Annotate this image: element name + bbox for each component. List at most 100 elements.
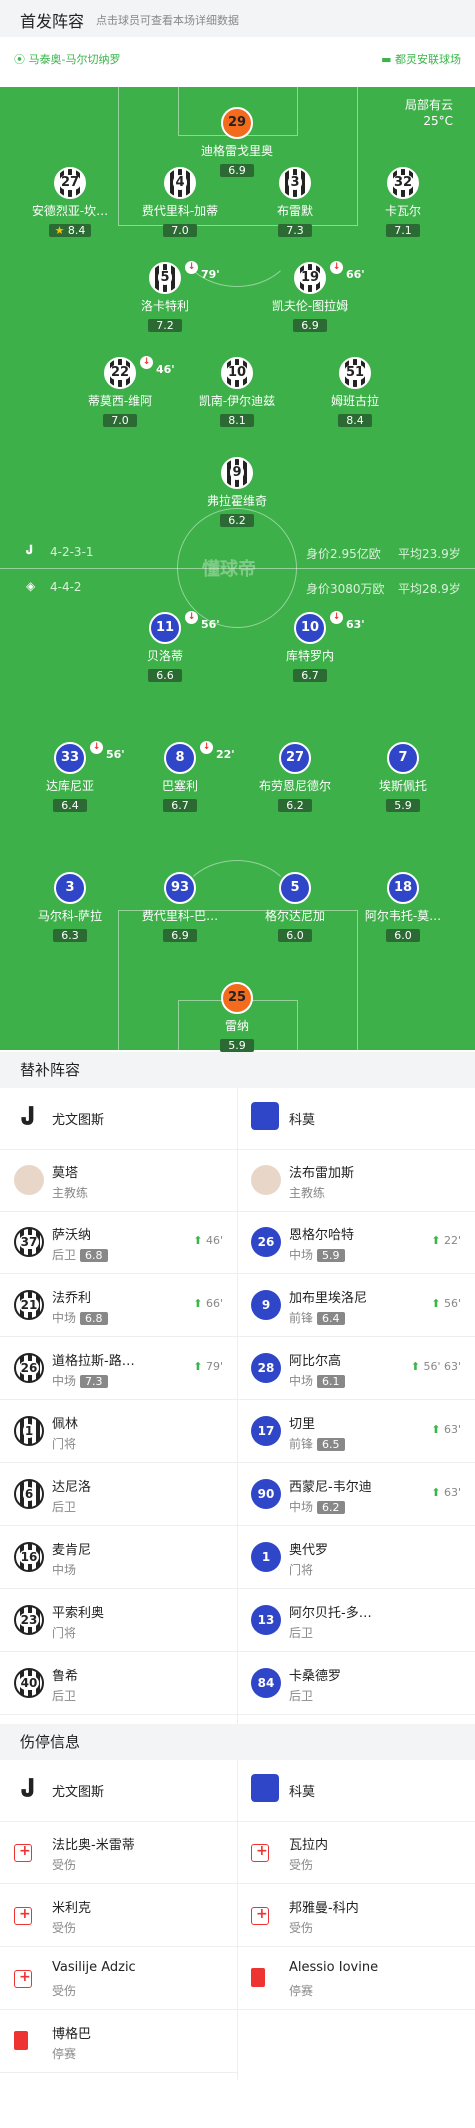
away-player[interactable]: 33 ↓ 56' 达库尼亚 6.4 xyxy=(10,741,130,813)
injury-home-team-header[interactable]: 𝐉 尤文图斯 xyxy=(0,1760,237,1822)
home-player[interactable]: 10 凯南-伊尔迪兹 8.1 xyxy=(177,357,297,428)
sub-meta: 门将 xyxy=(52,1624,76,1641)
away-player[interactable]: 18 阿尔韦托-莫… 6.0 xyxy=(343,872,463,943)
player-rating: 6.0 xyxy=(394,929,412,942)
sub-meta: 前锋 6.5 xyxy=(289,1435,345,1452)
home-player[interactable]: 3 布雷默 7.3 xyxy=(235,167,355,238)
home-sub-row[interactable]: 1 佩林 门将 xyxy=(0,1401,237,1463)
home-sub-row[interactable]: 26 道格拉斯-路… 中场 7.3 ⬆ 79' xyxy=(0,1338,237,1400)
away-sub-row[interactable]: 28 阿比尔高 中场 6.1 ⬆ 56' 63' xyxy=(237,1338,475,1400)
jersey-number: 4 xyxy=(164,167,196,199)
injured-player-name: 法比奥-米雷蒂 xyxy=(52,1838,135,1853)
sub-position: 中场 xyxy=(52,1374,77,1388)
home-sub-row[interactable]: 16 麦肯尼 中场 xyxy=(0,1527,237,1589)
sub-position: 后卫 xyxy=(52,1500,77,1514)
away-player[interactable]: 10 ↓ 63' 库特罗内 6.7 xyxy=(250,611,370,683)
rating-badge: ★ 8.4 xyxy=(48,224,92,237)
sub-meta: 后卫 xyxy=(289,1624,313,1641)
home-player[interactable]: 27 安德烈亚-坎… ★ 8.4 xyxy=(10,167,130,238)
home-player[interactable]: 4 费代里科-加蒂 7.0 xyxy=(120,167,240,238)
away-sub-row[interactable]: 13 阿尔贝托-多… 后卫 xyxy=(237,1590,475,1652)
away-sub-row[interactable]: 90 西蒙尼-韦尔迪 中场 6.2 ⬆ 63' xyxy=(237,1464,475,1526)
home-sub-row[interactable]: 21 法乔利 中场 6.8 ⬆ 66' xyxy=(0,1275,237,1337)
home-player[interactable]: 9 弗拉霍维奇 6.2 xyxy=(177,457,297,528)
jersey-number: 37 xyxy=(14,1227,44,1257)
sub-position: 前锋 xyxy=(289,1311,314,1325)
subs-away-team-header[interactable]: 科莫 xyxy=(237,1088,475,1150)
away-injury-row[interactable]: 瓦拉内受伤 xyxy=(237,1822,475,1884)
sub-minute: 46' xyxy=(205,1234,223,1247)
home-player[interactable]: 51 姆班古拉 8.4 xyxy=(295,357,415,428)
away-sub-row[interactable]: 84 卡桑德罗 后卫 xyxy=(237,1653,475,1715)
home-injury-row[interactable]: Vasilije Adzic 受伤 xyxy=(0,1948,237,2010)
home-sub-row[interactable]: 40 鲁希 后卫 xyxy=(0,1653,237,1715)
away-player[interactable]: 93 费代里科-巴… 6.9 xyxy=(120,872,240,943)
sub-event: ⬆ 46' xyxy=(193,1234,223,1247)
subs-home-team-header[interactable]: 𝐉 尤文图斯 xyxy=(0,1088,237,1150)
player-name: 姆班古拉 xyxy=(330,394,379,408)
jersey-number: 32 xyxy=(387,167,419,199)
rating-badge: 5.9 xyxy=(220,1039,254,1052)
home-injury-row[interactable]: 法比奥-米雷蒂受伤 xyxy=(0,1822,237,1884)
sub-name: 道格拉斯-路… xyxy=(52,1354,135,1369)
injury-away-team-header[interactable]: 科莫 xyxy=(237,1760,475,1822)
jersey-number-text: 29 xyxy=(227,115,247,130)
home-coach-row[interactable]: 莫塔 主教练 xyxy=(0,1150,237,1212)
away-player[interactable]: 7 埃斯佩托 5.9 xyxy=(343,742,463,813)
away-player[interactable]: 27 布劳恩尼德尔 6.2 xyxy=(235,742,355,813)
away-injury-row[interactable]: Alessio Iovine 停赛 xyxy=(237,1948,475,2010)
player-name: 凯南-伊尔迪兹 xyxy=(198,394,276,408)
home-sub-row[interactable]: 23 平索利奥 门将 xyxy=(0,1590,237,1652)
player-rating: 6.3 xyxy=(61,929,79,942)
jersey-number: 28 xyxy=(251,1353,281,1383)
away-player[interactable]: 3 马尔科-萨拉 6.3 xyxy=(10,872,130,943)
jersey-number-text: 16 xyxy=(18,1550,40,1564)
sub-position: 门将 xyxy=(52,1437,77,1451)
away-sub-row[interactable]: 26 恩格尔哈特 中场 5.9 ⬆ 22' xyxy=(237,1212,475,1274)
home-injury-row[interactable]: 米利克受伤 xyxy=(0,1885,237,1947)
player-name: 贝洛蒂 xyxy=(146,649,183,663)
jersey-number: 21 xyxy=(14,1290,44,1320)
sub-meta: 后卫 xyxy=(52,1687,76,1704)
player-name: 格尔达尼加 xyxy=(264,909,325,923)
sub-event: ⬆ 56' 63' xyxy=(411,1360,461,1373)
weather-desc: 局部有云 xyxy=(404,98,453,112)
home-sub-row[interactable]: 37 萨沃纳 后卫 6.8 ⬆ 46' xyxy=(0,1212,237,1274)
away-player[interactable]: 11 ↓ 56' 贝洛蒂 6.6 xyxy=(105,611,225,683)
player-rating: 6.7 xyxy=(301,669,319,682)
jersey-number: 1 xyxy=(14,1416,44,1446)
home-team-info: 𝐉 4-2-3-1 身价2.95亿欧 平均23.9岁 xyxy=(0,543,475,563)
home-injury-row[interactable]: 博格巴 停赛 xyxy=(0,2011,237,2073)
away-sub-row[interactable]: 1 奥代罗 门将 xyxy=(237,1527,475,1589)
jersey-number-text: 13 xyxy=(257,1613,275,1627)
injured-player-name: Alessio Iovine xyxy=(289,1960,379,1975)
rating-badge: 6.2 xyxy=(220,514,254,527)
away-player[interactable]: 5 格尔达尼加 6.0 xyxy=(235,872,355,943)
home-player[interactable]: 19 ↓ 66' 凯夫伦-图拉姆 6.9 xyxy=(250,261,370,333)
away-coach-row[interactable]: 法布雷加斯 主教练 xyxy=(237,1150,475,1212)
jersey-number: 6 xyxy=(14,1479,44,1509)
away-sub-row[interactable]: 17 切里 前锋 6.5 ⬆ 63' xyxy=(237,1401,475,1463)
home-player[interactable]: 32 卡瓦尔 7.1 xyxy=(343,167,463,238)
player-rating: 6.2 xyxy=(228,514,246,527)
away-player[interactable]: 8 ↓ 22' 巴塞利 6.7 xyxy=(120,741,240,813)
jersey-number-text: 9 xyxy=(261,1298,271,1312)
home-player[interactable]: 5 ↓ 79' 洛卡特利 7.2 xyxy=(105,261,225,333)
jersey-number-text: 5 xyxy=(158,270,172,285)
sub-minute: 66' xyxy=(346,268,365,281)
sub-event: ⬆ 63' xyxy=(431,1486,461,1499)
sub-out-icon: ↓ xyxy=(330,261,343,274)
home-player[interactable]: 22 ↓ 46' 蒂莫西-维阿 7.0 xyxy=(60,356,180,428)
away-player[interactable]: 25 雷纳 5.9 xyxy=(177,982,297,1053)
home-sub-row[interactable]: 6 达尼洛 后卫 xyxy=(0,1464,237,1526)
sub-minute: 79' xyxy=(205,1360,223,1373)
jersey-number: 16 xyxy=(14,1542,44,1572)
jersey-number-text: 25 xyxy=(227,990,247,1005)
player-rating: 8.4 xyxy=(67,224,86,237)
player-rating: 6.4 xyxy=(61,799,79,812)
away-injury-row[interactable]: 邦雅曼-科内受伤 xyxy=(237,1885,475,1947)
sub-rating: 5.9 xyxy=(317,1249,345,1262)
away-sub-row[interactable]: 9 加布里埃洛尼 前锋 6.4 ⬆ 56' xyxy=(237,1275,475,1337)
jersey-number: 27 xyxy=(279,742,311,774)
player-name: 达库尼亚 xyxy=(45,779,94,793)
